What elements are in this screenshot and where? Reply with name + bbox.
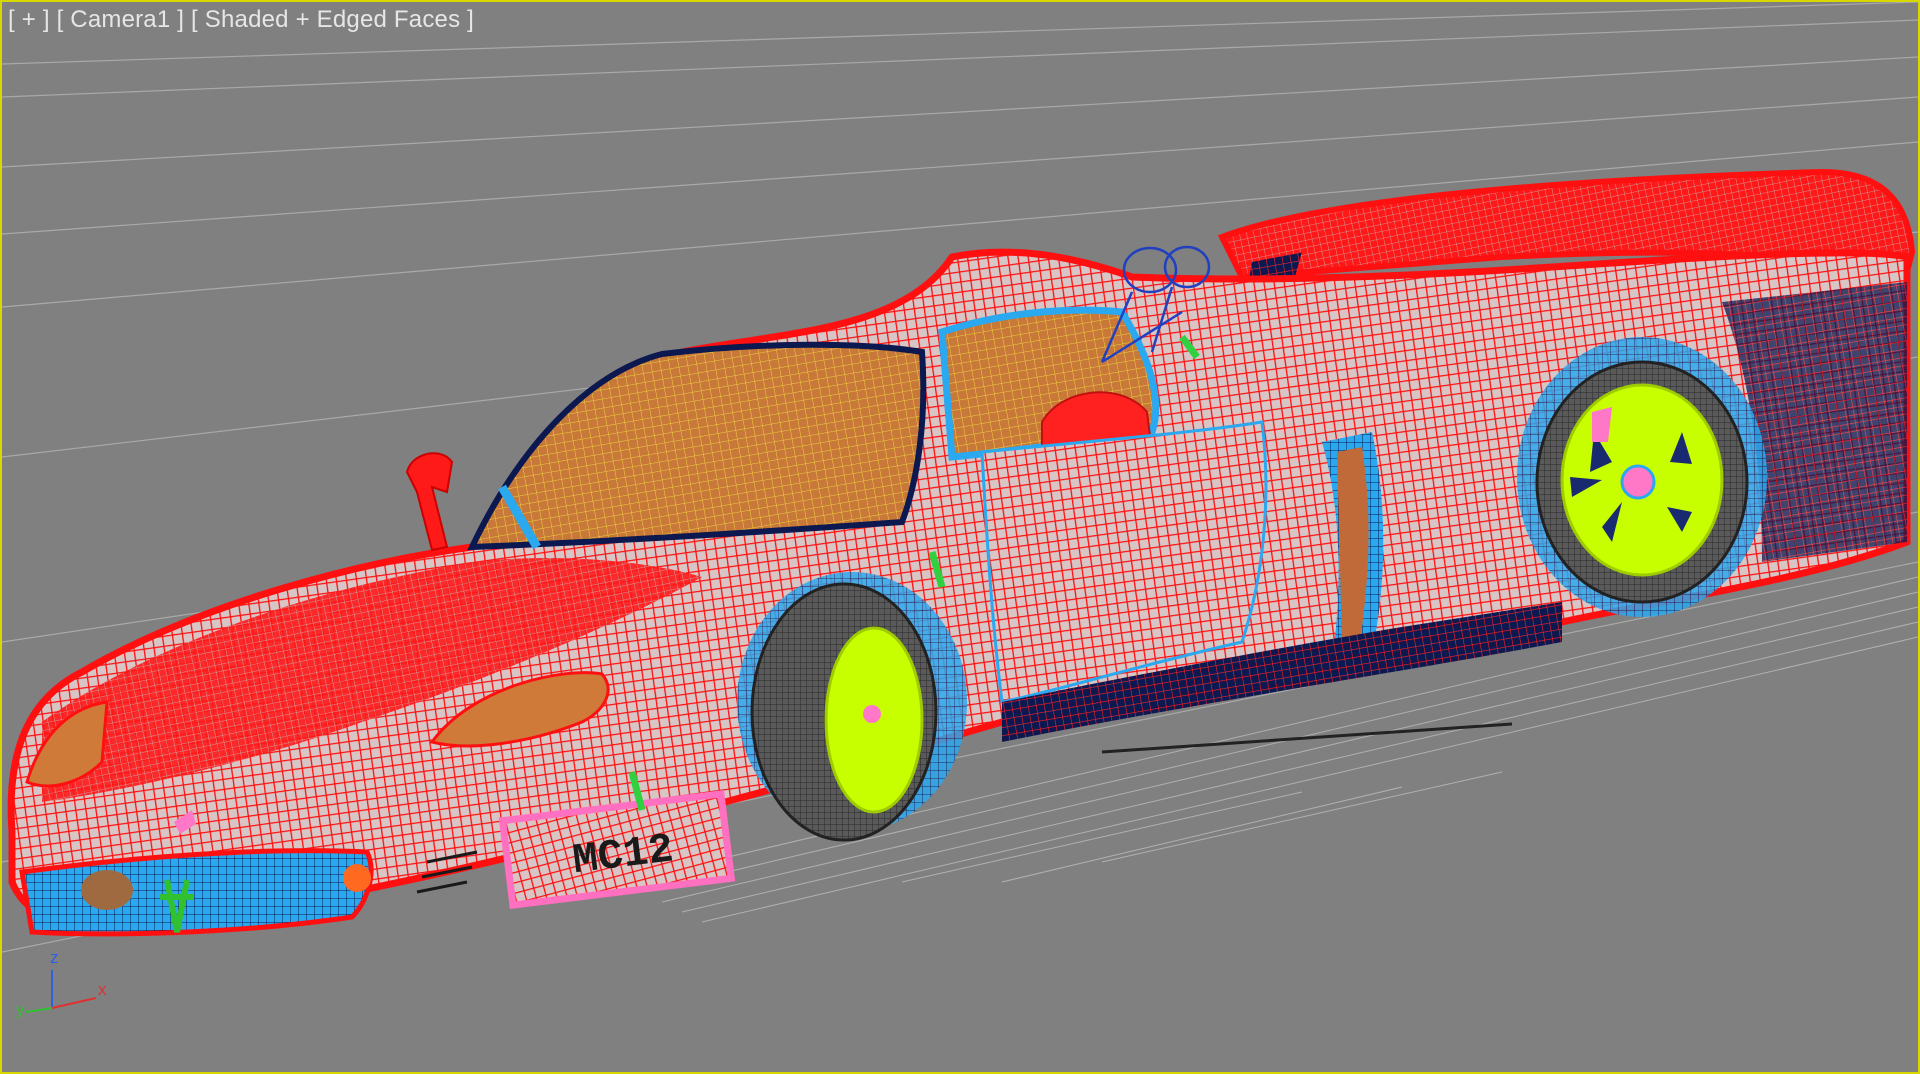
grille-left-light: [81, 870, 133, 910]
windshield: [467, 341, 927, 551]
side-mirror: [405, 452, 454, 552]
front-grille: [19, 848, 374, 937]
scene-canvas[interactable]: MC12: [2, 2, 1918, 1072]
floor-shadow-line: [1101, 722, 1513, 754]
front-hub: [863, 705, 881, 723]
axis-label-x: x: [98, 980, 107, 999]
rear-hub: [1620, 464, 1656, 500]
viewport-label[interactable]: [ + ] [ Camera1 ] [ Shaded + Edged Faces…: [8, 6, 474, 34]
viewport-menu-plus[interactable]: [ + ]: [8, 6, 50, 33]
viewport-camera1[interactable]: [ + ] [ Camera1 ] [ Shaded + Edged Faces…: [0, 0, 1920, 1074]
grille-right-light: [343, 864, 371, 892]
axis-tripod: z x y: [10, 942, 120, 1022]
axis-label-z: z: [50, 948, 59, 967]
viewport-shading-menu[interactable]: [ Shaded + Edged Faces ]: [191, 6, 474, 33]
axis-label-y: y: [16, 1000, 25, 1019]
viewport-camera-menu[interactable]: [ Camera1 ]: [57, 6, 185, 33]
